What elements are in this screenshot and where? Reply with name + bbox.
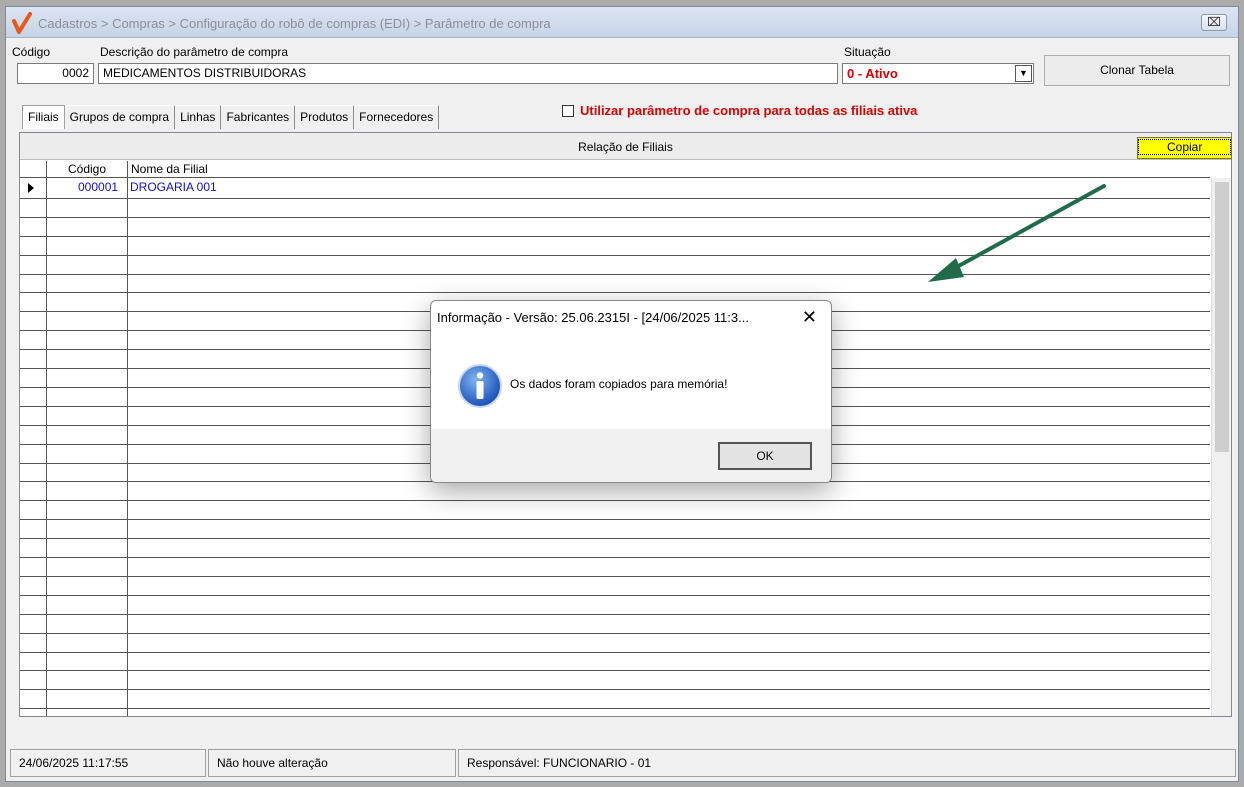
title-bar: Cadastros > Compras > Configuração do ro… xyxy=(6,7,1238,38)
grid-row-line xyxy=(20,651,1210,653)
all-filiais-checkbox[interactable]: Utilizar parâmetro de compra para todas … xyxy=(562,103,917,118)
grid-row-line xyxy=(20,519,1210,521)
grid-row-line xyxy=(20,500,1210,502)
descricao-field[interactable]: MEDICAMENTOS DISTRIBUIDORAS xyxy=(98,63,838,84)
row-nome[interactable]: DROGARIA 001 xyxy=(130,180,217,194)
tab-linhas[interactable]: Linhas xyxy=(175,105,222,129)
situacao-select[interactable]: 0 - Ativo ▼ xyxy=(842,63,1034,84)
grid-header: Código Nome da Filial xyxy=(20,161,1210,178)
status-responsavel: Responsável: FUNCIONARIO - 01 xyxy=(458,749,1236,777)
copiar-button[interactable]: Copiar xyxy=(1137,137,1232,159)
tab-fornecedores[interactable]: Fornecedores xyxy=(354,105,440,129)
tab-produtos[interactable]: Produtos xyxy=(295,105,355,129)
grid-row-line xyxy=(20,557,1210,558)
grid-row-line xyxy=(20,708,1210,710)
dialog-close-icon[interactable]: ✕ xyxy=(802,307,817,327)
grid-row-line xyxy=(20,670,1210,672)
scroll-thumb[interactable] xyxy=(1215,182,1229,452)
grid-row-line xyxy=(20,538,1210,540)
grid-row-line xyxy=(20,575,1210,577)
grid-row-line xyxy=(20,594,1210,596)
dialog-footer: OK xyxy=(431,429,831,482)
status-message: Não houve alteração xyxy=(208,749,456,777)
tab-bar: Filiais Grupos de compra Linhas Fabrican… xyxy=(22,105,440,129)
app-logo-icon xyxy=(12,12,32,34)
descricao-label: Descrição do parâmetro de compra xyxy=(100,45,289,59)
codigo-field[interactable]: 0002 xyxy=(17,63,94,84)
green-arrow-annotation xyxy=(928,184,1106,282)
checkbox-label: Utilizar parâmetro de compra para todas … xyxy=(580,103,918,118)
grid-row-line xyxy=(20,632,1210,634)
dialog-message: Os dados foram copiados para memória! xyxy=(510,377,728,391)
status-bar: 24/06/2025 11:17:55 Não houve alteração … xyxy=(10,749,1236,777)
col-header-nome[interactable]: Nome da Filial xyxy=(131,162,208,176)
ok-button[interactable]: OK xyxy=(718,442,812,470)
row-indicator-icon xyxy=(28,183,34,193)
dialog-title: Informação - Versão: 25.06.2315I - [24/0… xyxy=(437,310,749,325)
grid-row-line xyxy=(20,689,1210,691)
clonar-tabela-button[interactable]: Clonar Tabela xyxy=(1044,55,1230,86)
tab-filiais[interactable]: Filiais xyxy=(22,105,65,129)
panel-header: Relação de Filiais Copiar xyxy=(20,133,1232,160)
codigo-label: Código xyxy=(12,45,51,59)
copiar-label: Copiar xyxy=(1138,139,1232,155)
window-title: Cadastros > Compras > Configuração do ro… xyxy=(38,16,551,31)
tab-grupos-de-compra[interactable]: Grupos de compra xyxy=(64,105,176,129)
col-header-codigo[interactable]: Código xyxy=(68,162,106,176)
info-icon xyxy=(458,364,502,408)
info-dialog: Informação - Versão: 25.06.2315I - [24/0… xyxy=(430,300,832,483)
checkbox-box[interactable] xyxy=(562,104,574,117)
grid-row-line xyxy=(20,613,1210,615)
situacao-label: Situação xyxy=(844,45,891,59)
grid-row-line xyxy=(20,292,1210,294)
window-close-button[interactable]: ⌧ xyxy=(1201,14,1227,31)
grid-scrollbar[interactable] xyxy=(1211,178,1231,716)
panel-title: Relação de Filiais xyxy=(578,140,673,154)
chevron-down-icon[interactable]: ▼ xyxy=(1015,65,1032,82)
tab-fabricantes[interactable]: Fabricantes xyxy=(221,105,296,129)
row-codigo[interactable]: 000001 xyxy=(78,180,118,194)
situacao-value: 0 - Ativo xyxy=(847,66,898,81)
status-datetime: 24/06/2025 11:17:55 xyxy=(10,749,206,777)
